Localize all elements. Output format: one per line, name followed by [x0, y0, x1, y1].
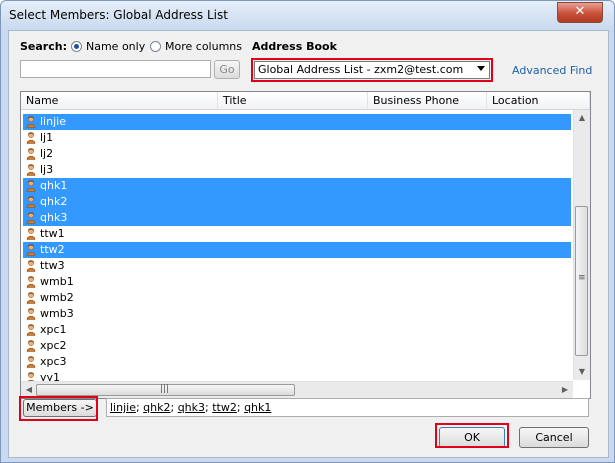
row-name: qhk1 — [40, 179, 68, 192]
table-row[interactable]: wmb3 — [23, 306, 571, 322]
table-row[interactable]: xpc3 — [23, 354, 571, 370]
title-bar: Select Members: Global Address List ✕ — [1, 1, 614, 30]
contacts-list[interactable]: Name Title Business Phone Location linji… — [20, 91, 591, 399]
horizontal-scrollbar[interactable]: ◀ ||| ▶ — [21, 381, 573, 398]
column-header-location[interactable]: Location — [487, 92, 590, 109]
user-icon — [26, 148, 36, 160]
more-columns-label[interactable]: More columns — [165, 40, 242, 53]
column-header-business-phone[interactable]: Business Phone — [368, 92, 487, 109]
grip-icon: ≡ — [578, 273, 586, 283]
address-book-label: Address Book — [252, 40, 337, 53]
window-title: Select Members: Global Address List — [9, 8, 228, 22]
name-only-label[interactable]: Name only — [86, 40, 145, 53]
table-row[interactable]: linjie — [23, 114, 571, 130]
vertical-scrollbar[interactable]: ▲ ≡ ▼ — [573, 110, 590, 380]
user-icon — [26, 196, 36, 208]
table-row[interactable]: qhk2 — [23, 194, 571, 210]
table-row[interactable]: wmb1 — [23, 274, 571, 290]
user-icon — [26, 228, 36, 240]
table-row[interactable]: wmb2 — [23, 290, 571, 306]
user-icon — [26, 308, 36, 320]
row-name: lj3 — [40, 163, 54, 176]
user-icon — [26, 356, 36, 368]
member-entry[interactable]: linjie — [110, 401, 136, 414]
table-row[interactable]: lj1 — [23, 130, 571, 146]
user-icon — [26, 292, 36, 304]
user-icon — [26, 116, 36, 128]
name-only-radio[interactable] — [71, 41, 82, 52]
list-rows: linjie lj1 lj2 lj3 qhk1 qhk2 qhk3 ttw1 ttw2 ttw3 w… — [23, 114, 571, 386]
user-icon — [26, 260, 36, 272]
scroll-up-icon[interactable]: ▲ — [574, 110, 590, 126]
scroll-right-icon[interactable]: ▶ — [557, 382, 573, 398]
close-button[interactable]: ✕ — [557, 2, 603, 23]
horizontal-scroll-thumb[interactable]: ||| — [36, 384, 295, 396]
user-icon — [26, 164, 36, 176]
table-row[interactable]: ttw1 — [23, 226, 571, 242]
user-icon — [26, 244, 36, 256]
table-row[interactable]: lj2 — [23, 146, 571, 162]
row-name: qhk3 — [40, 211, 68, 224]
address-book-highlight — [251, 58, 493, 82]
table-row[interactable]: ttw2 — [23, 242, 571, 258]
list-header: Name Title Business Phone Location — [21, 92, 590, 110]
scroll-down-icon[interactable]: ▼ — [574, 364, 590, 380]
select-members-dialog: Select Members: Global Address List ✕ Se… — [0, 0, 615, 463]
user-icon — [26, 212, 36, 224]
table-row[interactable]: qhk1 — [23, 178, 571, 194]
table-row[interactable]: lj3 — [23, 162, 571, 178]
column-header-title[interactable]: Title — [218, 92, 368, 109]
table-row[interactable]: ttw3 — [23, 258, 571, 274]
row-name: lj1 — [40, 131, 54, 144]
grip-icon: ||| — [160, 384, 170, 394]
vertical-scroll-thumb[interactable]: ≡ — [575, 206, 588, 356]
ok-button-highlight — [435, 423, 509, 448]
row-name: qhk2 — [40, 195, 68, 208]
members-field[interactable]: linjie; qhk2; qhk3; ttw2; qhk1 — [106, 398, 589, 417]
member-entry[interactable]: qhk2 — [143, 401, 170, 414]
member-entry[interactable]: qhk3 — [178, 401, 205, 414]
user-icon — [26, 276, 36, 288]
row-name: lj2 — [40, 147, 54, 160]
table-row[interactable]: xpc2 — [23, 338, 571, 354]
row-name: wmb1 — [40, 275, 74, 288]
search-input[interactable] — [20, 60, 211, 78]
user-icon — [26, 132, 36, 144]
row-name: xpc2 — [40, 339, 67, 352]
row-name: ttw1 — [40, 227, 65, 240]
user-icon — [26, 180, 36, 192]
search-label: Search: — [20, 40, 67, 53]
row-name: xpc3 — [40, 355, 67, 368]
cancel-button[interactable]: Cancel — [519, 427, 589, 448]
advanced-find-link[interactable]: Advanced Find — [512, 64, 592, 77]
row-name: linjie — [40, 115, 66, 128]
member-entry[interactable]: qhk1 — [244, 401, 271, 414]
table-row[interactable]: xpc1 — [23, 322, 571, 338]
members-button-highlight — [19, 396, 98, 421]
table-row[interactable]: qhk3 — [23, 210, 571, 226]
more-columns-radio[interactable] — [150, 41, 161, 52]
go-button[interactable]: Go — [214, 60, 240, 79]
row-name: wmb2 — [40, 291, 74, 304]
user-icon — [26, 324, 36, 336]
member-entry[interactable]: ttw2 — [212, 401, 237, 414]
row-name: ttw3 — [40, 259, 65, 272]
row-name: xpc1 — [40, 323, 67, 336]
dialog-body: Search: Name only More columns Go Addres… — [8, 30, 609, 458]
column-header-name[interactable]: Name — [21, 92, 218, 109]
row-name: wmb3 — [40, 307, 74, 320]
row-name: ttw2 — [40, 243, 65, 256]
user-icon — [26, 340, 36, 352]
